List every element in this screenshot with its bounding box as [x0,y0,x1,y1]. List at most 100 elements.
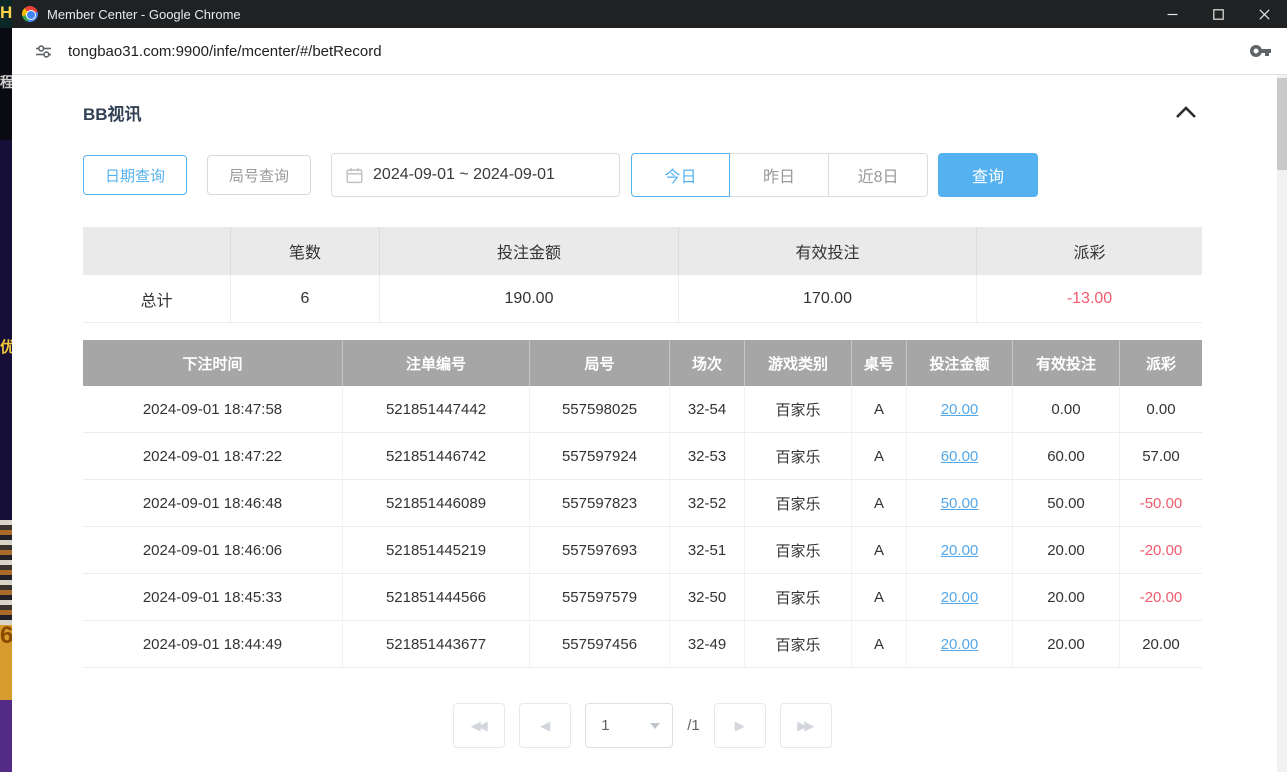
round-query-button[interactable]: 局号查询 [207,155,311,195]
table-header-cell: 场次 [670,340,745,386]
scrollbar[interactable] [1277,75,1287,772]
maximize-button[interactable] [1195,0,1241,28]
summary-table: 笔数投注金额有效投注派彩 总计 6 190.00 170.00 -13.00 [83,227,1202,323]
table-header-cell: 有效投注 [1013,340,1120,386]
section-title: BB视讯 [83,100,142,125]
summary-header-row: 笔数投注金额有效投注派彩 [83,227,1202,275]
summary-header-cell: 有效投注 [679,227,977,275]
background-segment [0,28,12,140]
date-query-button[interactable]: 日期查询 [83,155,187,195]
bet-amount-link[interactable]: 20.00 [941,636,979,653]
quick-range-group: 今日 昨日 近8日 [631,153,928,197]
cell-game: 百家乐 [745,480,852,526]
summary-header-cell: 笔数 [231,227,380,275]
cell-time: 2024-09-01 18:46:06 [83,527,343,573]
chevron-down-icon [650,723,660,729]
background-segment [0,520,12,625]
cell-time: 2024-09-01 18:44:49 [83,621,343,667]
summary-body-row: 总计 6 190.00 170.00 -13.00 [83,275,1202,323]
collapse-chevron-up-icon[interactable] [1175,106,1197,119]
bet-amount-link[interactable]: 50.00 [941,495,979,512]
cell-table: A [852,480,907,526]
next-page-button[interactable]: ▶ [714,703,766,748]
table-header-cell: 桌号 [852,340,907,386]
cell-amount: 20.00 [907,621,1013,667]
cell-session: 32-51 [670,527,745,573]
bet-table-header-row: 下注时间注单编号局号场次游戏类别桌号投注金额有效投注派彩 [83,340,1202,386]
browser-toolbar: tongbao31.com:9900/infe/mcenter/#/betRec… [12,28,1287,75]
summary-header-cell: 投注金额 [380,227,679,275]
cell-table: A [852,574,907,620]
table-row: 2024-09-01 18:47:58521851447442557598025… [83,386,1202,433]
scrollbar-thumb[interactable] [1277,78,1287,170]
table-header-cell: 下注时间 [83,340,343,386]
table-header-cell: 投注金额 [907,340,1013,386]
cell-bet_id: 521851444566 [343,574,530,620]
cell-round: 557597456 [530,621,670,667]
cell-session: 32-54 [670,386,745,432]
calendar-icon [346,167,363,184]
bet-amount-link[interactable]: 20.00 [941,401,979,418]
cell-bet_id: 521851446742 [343,433,530,479]
cell-valid: 50.00 [1013,480,1120,526]
page-select[interactable]: 1 [585,703,673,748]
bet-table-body: 2024-09-01 18:47:58521851447442557598025… [83,386,1202,668]
cell-table: A [852,433,907,479]
cell-time: 2024-09-01 18:45:33 [83,574,343,620]
page-total: /1 [687,717,700,734]
cell-bet_id: 521851447442 [343,386,530,432]
cell-valid: 0.00 [1013,386,1120,432]
browser-window: Member Center - Google Chrome tongbao31.… [12,0,1287,772]
cell-session: 32-52 [670,480,745,526]
cell-round: 557598025 [530,386,670,432]
cell-amount: 60.00 [907,433,1013,479]
cell-round: 557597823 [530,480,670,526]
cell-payout: -20.00 [1120,527,1202,573]
password-key-icon[interactable] [1249,39,1273,63]
background-segment [0,140,12,520]
summary-header-cell [83,227,231,275]
summary-row-label: 总计 [83,275,231,323]
date-range-picker[interactable]: 2024-09-01 ~ 2024-09-01 [331,153,620,197]
yesterday-button[interactable]: 昨日 [730,153,829,197]
cell-game: 百家乐 [745,527,852,573]
table-header-cell: 游戏类别 [745,340,852,386]
minimize-button[interactable] [1149,0,1195,28]
page-select-value: 1 [601,717,650,734]
last8days-button[interactable]: 近8日 [829,153,928,197]
table-header-cell: 派彩 [1120,340,1202,386]
cell-payout: -20.00 [1120,574,1202,620]
cell-game: 百家乐 [745,433,852,479]
cell-time: 2024-09-01 18:47:22 [83,433,343,479]
chrome-favicon-icon [22,6,38,22]
first-page-button[interactable]: ◀◀ [453,703,505,748]
window-title: Member Center - Google Chrome [47,7,1149,22]
last-page-button[interactable]: ▶▶ [780,703,832,748]
background-window-edge: H 程 优 6 [0,0,12,772]
cell-amount: 20.00 [907,386,1013,432]
cell-table: A [852,527,907,573]
search-button[interactable]: 查询 [938,153,1038,197]
bet-amount-link[interactable]: 20.00 [941,589,979,606]
cell-payout: 0.00 [1120,386,1202,432]
prev-page-button[interactable]: ◀ [519,703,571,748]
page-content: BB视讯 日期查询 局号查询 2024-09-01 ~ 2024-09-01 今… [12,75,1287,772]
table-row: 2024-09-01 18:45:33521851444566557597579… [83,574,1202,621]
bet-amount-link[interactable]: 60.00 [941,448,979,465]
bet-amount-link[interactable]: 20.00 [941,542,979,559]
cell-bet_id: 521851443677 [343,621,530,667]
table-row: 2024-09-01 18:46:48521851446089557597823… [83,480,1202,527]
table-header-cell: 注单编号 [343,340,530,386]
address-bar[interactable]: tongbao31.com:9900/infe/mcenter/#/betRec… [68,43,1249,60]
cell-table: A [852,386,907,432]
background-segment [0,0,12,28]
today-button[interactable]: 今日 [631,153,730,197]
site-settings-icon[interactable] [34,42,53,61]
cell-valid: 60.00 [1013,433,1120,479]
table-row: 2024-09-01 18:44:49521851443677557597456… [83,621,1202,668]
table-row: 2024-09-01 18:46:06521851445219557597693… [83,527,1202,574]
close-button[interactable] [1241,0,1287,28]
section-header: BB视讯 [83,100,1202,125]
table-row: 2024-09-01 18:47:22521851446742557597924… [83,433,1202,480]
cell-game: 百家乐 [745,574,852,620]
